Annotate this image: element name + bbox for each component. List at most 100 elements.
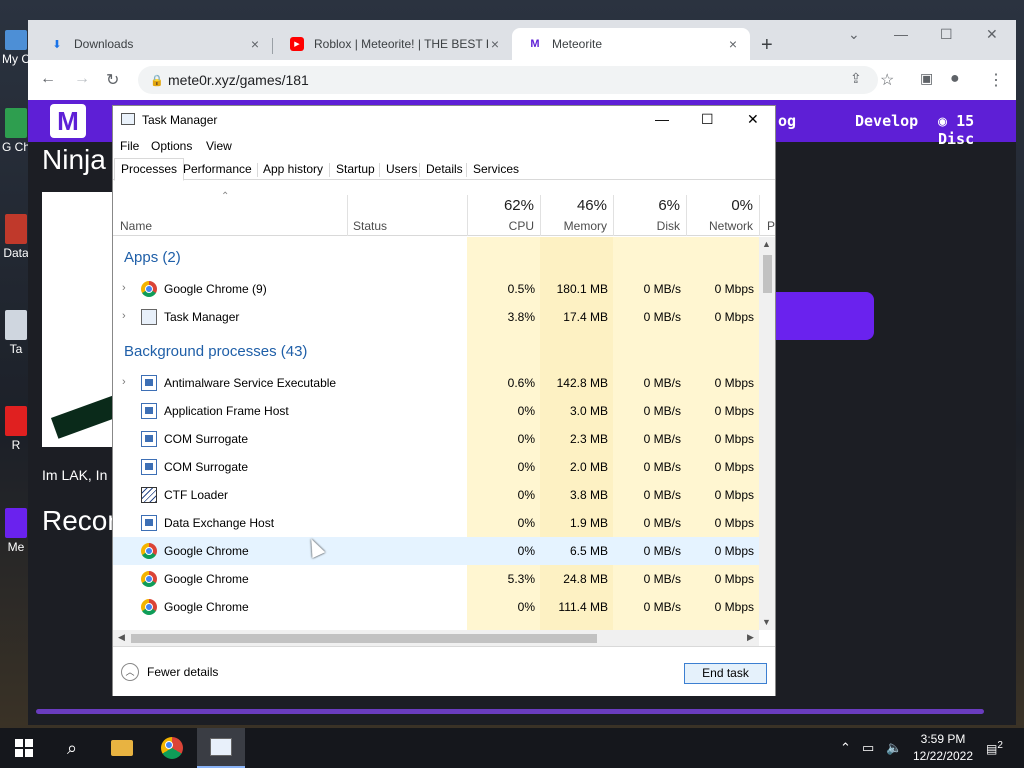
table-row[interactable]: Google Chrome 0% 111.4 MB 0 MB/s 0 Mbps	[113, 593, 759, 621]
table-row[interactable]: Google Chrome 5.3% 24.8 MB 0 MB/s 0 Mbps	[113, 565, 759, 593]
share-icon[interactable]: ⇪	[850, 70, 862, 87]
vertical-scrollbar[interactable]: ▲ ▼	[759, 237, 775, 630]
maximize-icon[interactable]: ☐	[701, 111, 714, 128]
column-memory[interactable]: Memory	[534, 219, 607, 233]
tab-app-history[interactable]: App history	[263, 162, 323, 176]
column-status[interactable]: Status	[353, 219, 387, 233]
back-icon[interactable]: ←	[40, 70, 56, 88]
horizontal-scrollbar[interactable]: ◀ ▶	[113, 630, 759, 646]
chevron-up-icon[interactable]: ⌃	[840, 740, 851, 756]
side-panel-icon[interactable]: ▣	[920, 70, 933, 87]
table-row[interactable]: COM Surrogate 0% 2.3 MB 0 MB/s 0 Mbps	[113, 425, 759, 453]
close-icon[interactable]: ×	[726, 36, 740, 52]
close-icon[interactable]: ×	[488, 36, 502, 52]
scroll-thumb[interactable]	[763, 255, 772, 293]
desktop-icon-my-computer[interactable]: My C	[2, 30, 30, 66]
chevron-down-icon[interactable]: ⌄	[848, 26, 860, 43]
close-window-icon[interactable]: ✕	[986, 26, 998, 43]
scroll-right-icon[interactable]: ▶	[747, 632, 754, 643]
play-button[interactable]	[768, 292, 874, 340]
tab-details[interactable]: Details	[426, 162, 463, 176]
star-icon[interactable]: ☆	[880, 70, 894, 90]
expand-icon[interactable]: ›	[122, 310, 126, 322]
tab-startup[interactable]: Startup	[336, 162, 375, 176]
tab-title: Downloads	[74, 37, 134, 51]
table-row[interactable]: › Task Manager 3.8% 17.4 MB 0 MB/s 0 Mbp…	[113, 303, 759, 331]
minimize-icon[interactable]: —	[655, 111, 669, 127]
table-row[interactable]: › Antimalware Service Executable 0.6% 14…	[113, 369, 759, 397]
menu-file[interactable]: File	[120, 139, 139, 153]
cpu-value: 5.3%	[507, 572, 535, 586]
tab-strip: ⬇ Downloads × ▶ Roblox | Meteorite! | TH…	[28, 20, 1016, 60]
close-icon[interactable]: ✕	[747, 111, 759, 128]
tab-youtube[interactable]: ▶ Roblox | Meteorite! | THE BEST R ×	[274, 28, 512, 60]
column-power[interactable]: P	[767, 219, 775, 233]
nav-link-discord[interactable]: ◉ 15 Disc	[938, 112, 1016, 148]
expand-icon[interactable]: ›	[122, 282, 126, 294]
page-scrollbar[interactable]	[36, 709, 984, 714]
table-row[interactable]: Application Frame Host 0% 3.0 MB 0 MB/s …	[113, 397, 759, 425]
scroll-thumb[interactable]	[131, 634, 597, 643]
menu-view[interactable]: View	[206, 139, 232, 153]
chrome-icon	[141, 543, 157, 559]
tab-performance[interactable]: Performance	[183, 162, 252, 176]
desktop-icon-meteorite[interactable]: Me	[2, 508, 30, 554]
tab-processes[interactable]: Processes	[114, 158, 185, 181]
fewer-details-button[interactable]: ︿ Fewer details	[121, 663, 218, 681]
memory-percent: 46%	[576, 197, 607, 214]
nav-link-blog[interactable]: og	[778, 112, 796, 130]
clock[interactable]: 3:59 PM 12/22/2022	[908, 731, 978, 765]
scroll-left-icon[interactable]: ◀	[118, 632, 125, 643]
column-disk[interactable]: Disk	[607, 219, 680, 233]
menu-icon[interactable]: ⋮	[988, 70, 1004, 90]
column-network[interactable]: Network	[680, 219, 753, 233]
meteorite-logo[interactable]: M	[50, 104, 86, 138]
profile-icon[interactable]: ●	[950, 70, 960, 88]
search-icon[interactable]: ⌕	[48, 728, 96, 768]
expand-icon[interactable]: ›	[122, 376, 126, 388]
task-manager-taskbar-button[interactable]	[197, 728, 245, 768]
tab-users[interactable]: Users	[386, 162, 417, 176]
file-explorer-button[interactable]	[98, 728, 146, 768]
table-row[interactable]: Data Exchange Host 0% 1.9 MB 0 MB/s 0 Mb…	[113, 509, 759, 537]
notifications-icon[interactable]: ▤2	[986, 740, 1003, 756]
process-name: Antimalware Service Executable	[164, 376, 337, 390]
end-task-button[interactable]: End task	[684, 663, 767, 684]
table-row[interactable]: Google Chrome 0% 6.5 MB 0 MB/s 0 Mbps	[113, 537, 759, 565]
chrome-taskbar-button[interactable]	[148, 728, 196, 768]
desktop-icon-roblox[interactable]: R	[2, 406, 30, 452]
network-icon[interactable]: ▭	[862, 740, 874, 756]
scroll-up-icon[interactable]: ▲	[762, 239, 771, 249]
desktop-icon-task[interactable]: Ta	[2, 310, 30, 356]
meteorite-icon: M	[530, 38, 540, 50]
start-button[interactable]	[0, 728, 48, 768]
window-app-icon	[141, 459, 157, 475]
memory-value: 24.8 MB	[563, 572, 608, 586]
volume-muted-icon[interactable]: 🔈	[886, 740, 902, 756]
desktop-icon-chrome[interactable]: G Ch	[2, 108, 30, 154]
lock-icon: 🔒	[150, 74, 164, 87]
process-name: Task Manager	[164, 310, 240, 324]
scroll-down-icon[interactable]: ▼	[762, 617, 771, 627]
task-manager-titlebar[interactable]: Task Manager — ☐ ✕	[113, 106, 775, 134]
new-tab-button[interactable]: +	[761, 34, 773, 57]
browser-toolbar: ← → ↻ 🔒 mete0r.xyz/games/181 ⇪ ☆ ▣ ● ⋮	[28, 60, 1016, 100]
tab-services[interactable]: Services	[473, 162, 519, 176]
table-row[interactable]: › Google Chrome (9) 0.5% 180.1 MB 0 MB/s…	[113, 275, 759, 303]
tab-downloads[interactable]: ⬇ Downloads ×	[34, 28, 272, 60]
address-bar[interactable]: 🔒 mete0r.xyz/games/181	[138, 66, 878, 94]
menu-options[interactable]: Options	[151, 139, 192, 153]
close-icon[interactable]: ×	[248, 36, 262, 52]
reload-icon[interactable]: ↻	[106, 70, 119, 90]
game-thumbnail[interactable]	[42, 192, 122, 447]
maximize-icon[interactable]: ☐	[940, 26, 953, 43]
nav-link-develop[interactable]: Develop	[855, 112, 918, 130]
column-cpu[interactable]: CPU	[461, 219, 534, 233]
desktop-icon-data[interactable]: Data	[2, 214, 30, 260]
column-name[interactable]: Name	[120, 219, 152, 233]
table-row[interactable]: CTF Loader 0% 3.8 MB 0 MB/s 0 Mbps	[113, 481, 759, 509]
tab-meteorite[interactable]: M Meteorite ×	[512, 28, 750, 60]
forward-icon[interactable]: →	[74, 70, 90, 88]
minimize-icon[interactable]: —	[894, 26, 908, 42]
table-row[interactable]: COM Surrogate 0% 2.0 MB 0 MB/s 0 Mbps	[113, 453, 759, 481]
